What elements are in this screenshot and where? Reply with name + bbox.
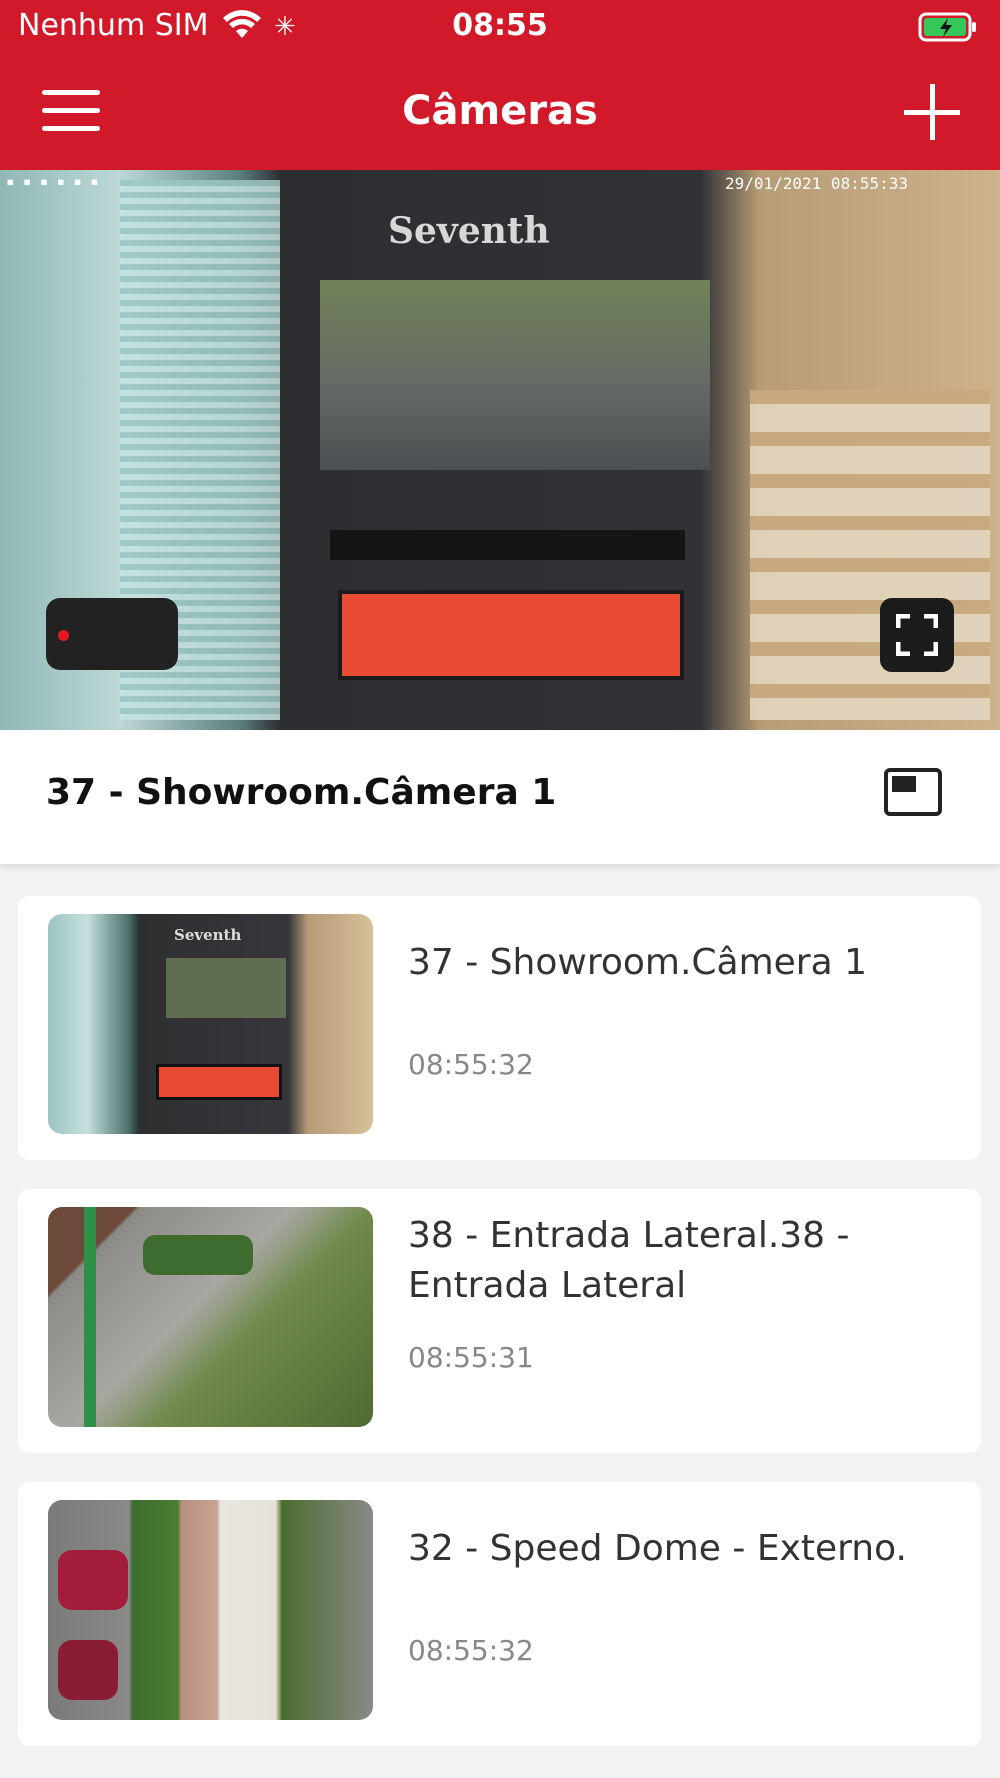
recording-dot-icon — [58, 630, 69, 641]
fullscreen-icon — [896, 614, 938, 656]
camera-name: 32 - Speed Dome - Externo. — [408, 1528, 907, 1569]
selected-camera-bar: 37 - Showroom.Câmera 1 — [0, 730, 1000, 864]
camera-list-item[interactable]: 32 - Speed Dome - Externo. 08:55:32 — [18, 1482, 981, 1746]
fullscreen-button[interactable] — [880, 598, 954, 672]
camera-time: 08:55:32 — [408, 1048, 534, 1081]
camera-thumbnail — [48, 1207, 373, 1427]
video-scene-screen — [320, 280, 710, 470]
status-time: 08:55 — [452, 8, 548, 43]
camera-list-item[interactable]: 38 - Entrada Lateral.38 - Entrada Latera… — [18, 1189, 981, 1453]
camera-time: 08:55:31 — [408, 1341, 534, 1374]
camera-thumbnail: Seventh — [48, 914, 373, 1134]
battery-charging-icon — [918, 12, 978, 50]
camera-time: 08:55:32 — [408, 1634, 534, 1667]
status-bar: Nenhum SIM ✳ 08:55 — [0, 0, 1000, 56]
app-header: Nenhum SIM ✳ 08:55 Câmeras — [0, 0, 1000, 170]
video-scene-stairs — [750, 390, 990, 720]
recording-badge — [46, 598, 178, 670]
video-osd-left: ▪ ▪ ▪ ▪ ▪ ▪ — [6, 174, 99, 190]
camera-thumbnail — [48, 1500, 373, 1720]
camera-name: 38 - Entrada Lateral.38 - Entrada Latera… — [408, 1215, 850, 1306]
add-camera-button[interactable] — [904, 84, 960, 140]
video-brand-sign: Seventh — [388, 210, 550, 252]
video-scene-counter-front — [338, 590, 684, 680]
page-title: Câmeras — [402, 88, 598, 134]
selected-camera-name: 37 - Showroom.Câmera 1 — [46, 772, 557, 813]
camera-list-item[interactable]: Seventh 37 - Showroom.Câmera 1 08:55:32 — [18, 896, 981, 1160]
video-osd-timestamp: 29/01/2021 08:55:33 — [724, 174, 908, 193]
video-scene-counter — [330, 530, 685, 560]
thumbnail-brand-sign: Seventh — [174, 926, 242, 944]
picture-in-picture-button[interactable] — [884, 768, 942, 816]
picture-in-picture-icon — [892, 776, 916, 792]
camera-name: 37 - Showroom.Câmera 1 — [408, 942, 868, 983]
